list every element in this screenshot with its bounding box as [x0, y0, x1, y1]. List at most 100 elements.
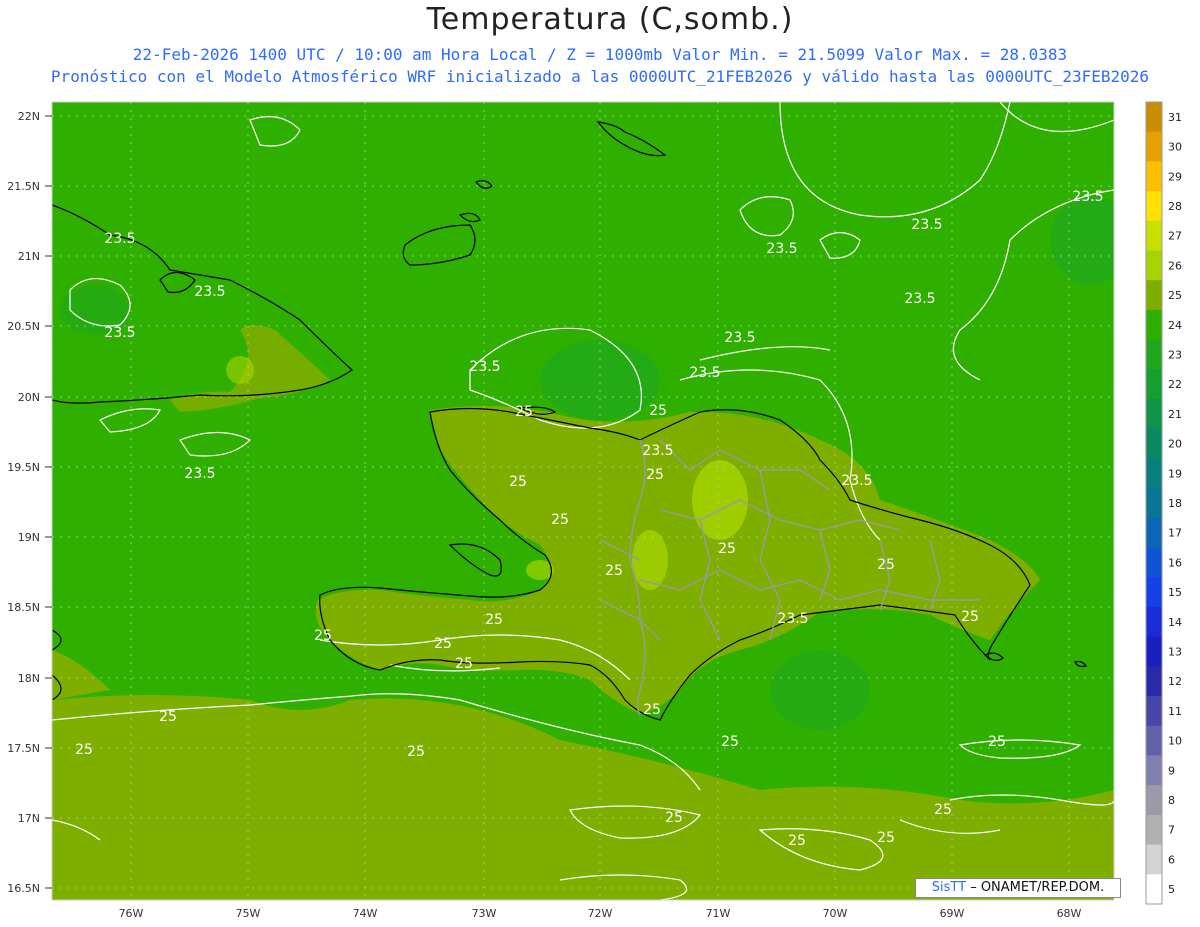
lon-label: 70W: [823, 907, 848, 920]
colorbar-label: 6: [1168, 853, 1175, 866]
colorbar-label: 21: [1168, 408, 1182, 421]
colorbar-label: 26: [1168, 259, 1182, 272]
contour-label: 25: [509, 474, 527, 490]
contour-label: 25: [721, 734, 739, 750]
lon-label: 69W: [940, 907, 965, 920]
latitude-axis: 22N 21.5N 21N 20.5N 20N 19.5N 19N 18.5N …: [7, 110, 40, 895]
colorbar-swatch: [1146, 339, 1162, 370]
lat-label: 21N: [18, 250, 40, 263]
contour-label: 25: [649, 403, 667, 419]
credit-box: SisTT – ONAMET/REP.DOM.: [915, 878, 1121, 898]
colorbar-swatch: [1146, 606, 1162, 638]
contour-label: 25: [314, 628, 332, 644]
lon-label: 76W: [119, 907, 144, 920]
contour-label: 25: [788, 833, 806, 849]
lat-label: 16.5N: [7, 882, 40, 895]
credit-org: – ONAMET/REP.DOM.: [966, 880, 1105, 895]
contour-label: 25: [988, 734, 1006, 750]
colorbar-swatch: [1146, 161, 1162, 192]
contour-label: 25: [407, 744, 425, 760]
colorbar-swatch: [1146, 428, 1162, 459]
lat-label: 21.5N: [7, 180, 40, 193]
contour-label: 25: [934, 802, 952, 818]
colorbar-label: 29: [1168, 170, 1182, 183]
colorbar-label: 7: [1168, 824, 1175, 837]
colorbar-swatch: [1146, 785, 1162, 816]
contour-label: 23.5: [841, 473, 872, 489]
contour-label: 23.5: [777, 611, 808, 627]
colorbar-label: 9: [1168, 764, 1175, 777]
contour-label: 23.5: [642, 443, 673, 459]
contour-label: 25: [961, 609, 979, 625]
colorbar-swatch: [1146, 191, 1162, 222]
colorbar-swatch: [1146, 369, 1162, 400]
contour-label: 25: [434, 636, 452, 652]
colorbar-label: 23: [1168, 348, 1182, 361]
colorbar-label: 20: [1168, 438, 1182, 451]
contour-label: 25: [665, 810, 683, 826]
lat-label: 19N: [18, 531, 40, 544]
contour-label: 25: [159, 709, 177, 725]
colorbar-swatch: [1146, 636, 1162, 667]
colorbar-label: 30: [1168, 141, 1182, 154]
contour-label: 25: [877, 557, 895, 573]
contour-label: 25: [455, 656, 473, 672]
colorbar-swatch: [1146, 309, 1162, 341]
colorbar-label: 19: [1168, 467, 1182, 480]
credit-brand: SisTT: [931, 880, 967, 895]
colorbar-label: 22: [1168, 378, 1182, 391]
colorbar-label: 17: [1168, 527, 1182, 540]
colorbar: 31 30 29 28 27 26 25 24 23 22 21 20 19 18 17 16 15 14 13 12…: [1145, 101, 1182, 905]
colorbar-label: 12: [1168, 675, 1182, 688]
lon-label: 75W: [236, 907, 261, 920]
contour-label: 25: [605, 563, 623, 579]
lat-label: 20N: [18, 391, 40, 404]
contour-label: 23.5: [911, 217, 942, 233]
colorbar-swatch: [1146, 488, 1162, 519]
contour-label: 23.5: [104, 325, 135, 341]
colorbar-label: 18: [1168, 497, 1182, 510]
colorbar-label: 25: [1168, 289, 1182, 302]
colorbar-label: 31: [1168, 111, 1182, 124]
contour-label: 25: [718, 541, 736, 557]
colorbar-label: 10: [1168, 735, 1182, 748]
colorbar-swatch: [1146, 399, 1162, 430]
contour-label: 25: [485, 612, 503, 628]
contour-label: 25: [551, 512, 569, 528]
colorbar-swatch: [1146, 577, 1162, 608]
lat-label: 17.5N: [7, 742, 40, 755]
contour-label: 25: [877, 830, 895, 846]
lat-ticks: [45, 115, 52, 889]
colorbar-label: 5: [1168, 883, 1175, 896]
colorbar-label: 24: [1168, 319, 1182, 332]
colorbar-swatch: [1146, 250, 1162, 281]
contour-label: 23.5: [184, 466, 215, 482]
colorbar-swatch: [1146, 725, 1162, 756]
colorbar-swatch: [1146, 102, 1162, 133]
colorbar-swatch: [1146, 666, 1162, 697]
lon-label: 74W: [353, 907, 378, 920]
lat-label: 17N: [18, 812, 40, 825]
colorbar-swatch: [1146, 696, 1162, 727]
colorbar-label: 16: [1168, 556, 1182, 569]
contour-label: 25: [643, 702, 661, 718]
colorbar-swatch: [1146, 131, 1162, 162]
colorbar-swatch: [1146, 814, 1162, 846]
colorbar-swatch: [1146, 755, 1162, 786]
colorbar-swatch: [1146, 280, 1162, 311]
colorbar-swatch: [1146, 517, 1162, 549]
contour-label: 25: [646, 467, 664, 483]
colorbar-label: 15: [1168, 586, 1182, 599]
colorbar-swatch: [1146, 874, 1162, 905]
lon-label: 72W: [588, 907, 613, 920]
contour-label: 25: [75, 742, 93, 758]
lon-label: 73W: [472, 907, 497, 920]
lon-label: 71W: [706, 907, 731, 920]
colorbar-label: 28: [1168, 200, 1182, 213]
contour-label: 23.5: [766, 241, 797, 257]
temperature-field: [52, 102, 1114, 900]
lat-label: 22N: [18, 110, 40, 123]
colorbar-swatch: [1146, 844, 1162, 875]
lat-label: 18.5N: [7, 601, 40, 614]
map-figure: 22N 21.5N 21N 20.5N 20N 19.5N 19N 18.5N …: [7, 101, 1182, 920]
